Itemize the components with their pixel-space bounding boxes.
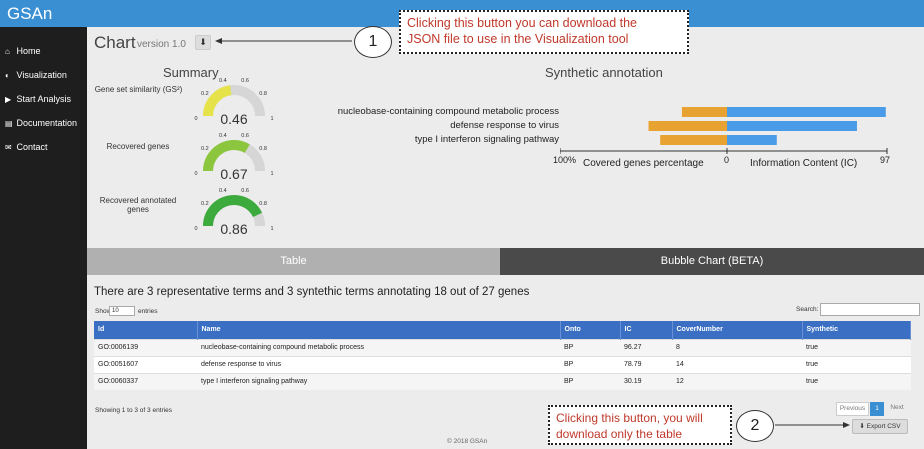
tab-label: Table — [280, 255, 307, 267]
chart-category-label: nucleobase-containing compound metabolic… — [337, 106, 559, 117]
cell-synthetic: true — [802, 372, 911, 390]
entries-select[interactable]: 10 — [109, 306, 135, 316]
cell-covernumber: 14 — [672, 355, 802, 373]
cell-ic: 96.27 — [620, 338, 672, 356]
gauge-tick-label: 0.2 — [201, 91, 209, 97]
callout-1-line1: Clicking this button you can download th… — [407, 16, 638, 30]
gauge-tick-label: 0.2 — [201, 201, 209, 207]
pagination-previous[interactable]: Previous — [836, 402, 869, 416]
cell-name: type I interferon signaling pathway — [197, 372, 560, 390]
gauge-tick-label: 0 — [194, 226, 197, 232]
column-header-name[interactable]: Name — [197, 321, 561, 339]
tab-table[interactable]: Table — [87, 248, 500, 275]
left-axis-label: Covered genes percentage — [583, 158, 704, 169]
gauge-2-label: Recovered genes — [106, 142, 170, 151]
information-content-bar — [727, 107, 886, 117]
cell-covernumber: 12 — [672, 372, 802, 390]
gauge-tick-label: 1 — [270, 226, 273, 232]
gauge-tick-label: 0.8 — [259, 201, 267, 207]
callout-1-box: Clicking this button you can download th… — [399, 10, 689, 54]
gauge-tick-label: 0.4 — [219, 133, 227, 139]
gauge-value: 0.67 — [220, 166, 247, 182]
cell-name: defense response to virus — [197, 355, 560, 373]
gauge-1-label: Gene set similarity (GS²) — [94, 85, 183, 94]
covered-genes-bar — [648, 121, 727, 131]
results-table: Id Name Onto IC CoverNumber Synthetic GO… — [94, 321, 911, 390]
cell-ic: 78.79 — [620, 355, 672, 373]
information-content-bar — [727, 135, 777, 145]
gauge-tick-label: 0.2 — [201, 146, 209, 152]
view-tabs: Table Bubble Chart (BETA) — [87, 248, 924, 275]
cell-onto: BP — [560, 355, 620, 373]
search-label: Search: — [796, 306, 819, 313]
callout-2-line1: Clicking this button, you will — [556, 411, 703, 425]
gauge-tick-label: 0.6 — [241, 188, 249, 194]
tab-label: Bubble Chart (BETA) — [660, 255, 764, 267]
chart-title: Synthetic annotation — [545, 65, 663, 80]
pagination-next[interactable]: Next — [885, 402, 909, 416]
covered-genes-bar — [681, 107, 727, 117]
table-header-row: Id Name Onto IC CoverNumber Synthetic — [94, 321, 911, 339]
gauge-tick-label: 0.6 — [241, 78, 249, 84]
table-summary: There are 3 representative terms and 3 s… — [94, 286, 530, 298]
table-info: Showing 1 to 3 of 3 entries — [95, 407, 172, 414]
cell-onto: BP — [560, 338, 620, 356]
gauge-tick-label: 1 — [270, 171, 273, 177]
export-csv-button[interactable]: ⬇ Export CSV — [852, 419, 908, 434]
gauge-tick-label: 0.4 — [219, 78, 227, 84]
callout-1-number: 1 — [354, 26, 392, 58]
callout-2-arrowhead — [843, 422, 850, 428]
right-axis-label: Information Content (IC) — [750, 158, 858, 169]
cell-synthetic: true — [802, 355, 911, 373]
gauge-group: 0.46 0 0.2 0.4 0.6 0.8 1 0.67 0 0.2 0.4 0.6 0.8 1 0.86… — [194, 78, 273, 237]
pagination-page-1[interactable]: 1 — [870, 402, 884, 416]
cell-covernumber: 8 — [672, 338, 802, 356]
gauge-tick-label: 0.8 — [259, 146, 267, 152]
gauge-3-label: Recovered annotated genes — [99, 196, 177, 214]
cell-synthetic: true — [802, 338, 911, 356]
gauge-tick-label: 0.6 — [241, 133, 249, 139]
column-header-covernumber[interactable]: CoverNumber — [672, 321, 803, 339]
table-row: GO:0006139 nucleobase-containing compoun… — [94, 338, 911, 356]
cell-id: GO:0060337 — [94, 372, 197, 390]
cell-id: GO:0051607 — [94, 355, 197, 373]
gauge-tick-label: 0.4 — [219, 188, 227, 194]
right-axis-zero-label: 0 — [724, 155, 730, 165]
chart-category-label: defense response to virus — [450, 120, 559, 131]
gauge-tick-label: 0 — [194, 116, 197, 122]
gauge-value: 0.46 — [220, 111, 247, 127]
cell-ic: 30.19 — [620, 372, 672, 390]
gauge-tick-label: 0 — [194, 171, 197, 177]
callout-2-line2: download only the table — [556, 427, 683, 441]
table-row: GO:0051607 defense response to virus BP … — [94, 355, 911, 373]
search-input[interactable] — [820, 303, 920, 316]
cell-onto: BP — [560, 372, 620, 390]
callout-1-arrowhead — [215, 38, 222, 44]
callout-2-number: 2 — [736, 410, 774, 442]
entries-select-value: 10 — [112, 308, 119, 314]
chart-category-label: type I interferon signaling pathway — [414, 134, 559, 145]
callout-1-line2: JSON file to use in the Visualization to… — [407, 32, 629, 46]
cell-id: GO:0006139 — [94, 338, 197, 356]
gauge-tick-label: 1 — [270, 116, 273, 122]
table-row: GO:0060337 type I interferon signaling p… — [94, 372, 911, 390]
information-content-bar — [727, 121, 857, 131]
column-header-onto[interactable]: Onto — [560, 321, 621, 339]
left-axis-min-label: 100% — [553, 155, 577, 165]
tab-bubble-chart[interactable]: Bubble Chart (BETA) — [500, 248, 924, 275]
column-header-synthetic[interactable]: Synthetic — [802, 321, 911, 339]
covered-genes-bar — [660, 135, 727, 145]
entries-label: entries — [138, 308, 158, 315]
gauge-value: 0.86 — [220, 221, 247, 237]
footer-copyright: © 2018 GSAn — [447, 438, 488, 445]
cell-name: nucleobase-containing compound metabolic… — [197, 338, 560, 356]
callout-2-box: Clicking this button, you will download … — [548, 405, 732, 445]
column-header-ic[interactable]: IC — [620, 321, 673, 339]
gauge-tick-label: 0.8 — [259, 91, 267, 97]
column-header-id[interactable]: Id — [94, 321, 198, 339]
synthetic-annotation-chart — [560, 107, 888, 154]
right-axis-max-label: 97 — [880, 155, 891, 165]
